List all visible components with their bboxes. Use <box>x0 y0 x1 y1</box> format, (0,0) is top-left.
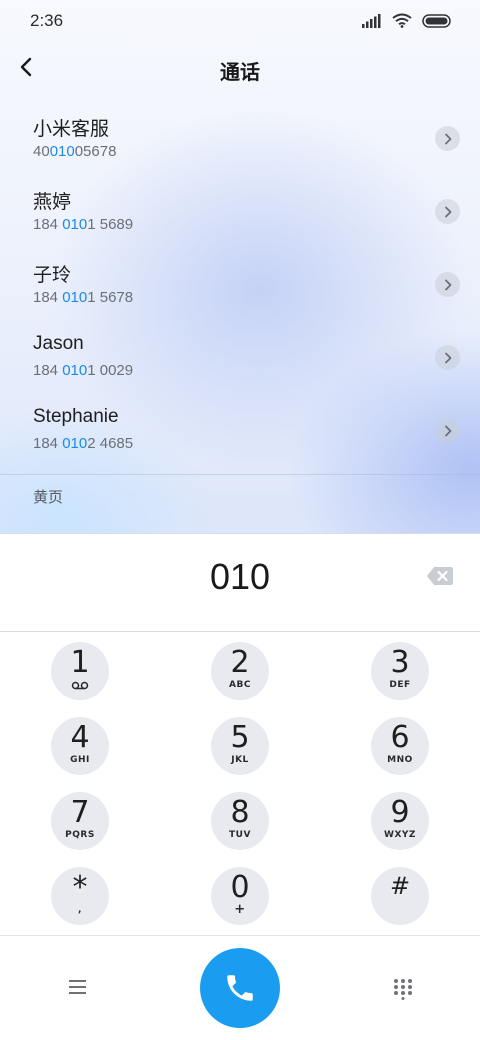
number-prefix: 184 <box>33 216 63 233</box>
key-0[interactable]: 0 + <box>211 867 269 925</box>
contact-number: 184 0101 5689 <box>33 216 133 233</box>
number-match: 010 <box>62 362 88 379</box>
key-digit: 1 <box>70 645 90 680</box>
voicemail-icon <box>71 681 89 690</box>
key-8[interactable]: 8 TUV <box>211 792 269 850</box>
contact-item[interactable]: Stephanie 184 0102 4685 <box>0 394 480 467</box>
key-letters: TUV <box>229 830 251 840</box>
key-digit: * <box>72 870 88 905</box>
battery-icon <box>422 13 451 28</box>
contact-detail-button[interactable] <box>435 345 460 370</box>
contact-number: 184 0102 4685 <box>33 435 133 452</box>
key-digit: 8 <box>230 795 250 830</box>
contact-name: Stephanie <box>33 406 119 427</box>
number-prefix: 40 <box>33 143 50 160</box>
key-letters: GHI <box>70 755 90 765</box>
contact-detail-button[interactable] <box>435 272 460 297</box>
page-title: 通话 <box>220 60 260 84</box>
chevron-right-icon <box>444 352 451 363</box>
key-digit: 3 <box>390 645 410 680</box>
key-letters: MNO <box>387 755 413 765</box>
key-digit: 9 <box>390 795 410 830</box>
key-digit: 0 <box>230 870 250 905</box>
menu-icon[interactable] <box>68 978 88 996</box>
call-button[interactable] <box>200 948 280 1028</box>
key-letters: , <box>78 905 82 915</box>
number-match: 010 <box>62 216 88 233</box>
contact-detail-button[interactable] <box>435 199 460 224</box>
wifi-icon <box>392 13 412 28</box>
key-digit: 6 <box>390 720 410 755</box>
number-match: 010 <box>62 435 88 452</box>
yellow-pages-link[interactable]: 黄页 <box>33 486 63 507</box>
key-letters: DEF <box>389 680 411 690</box>
key-digit: 4 <box>70 720 90 755</box>
key-digit: 7 <box>70 795 90 830</box>
number-display: 010 <box>0 533 480 632</box>
top-area: 2:36 通话 小米客服 4001005678 燕婷 184 0101 5689… <box>0 0 480 533</box>
bottom-bar <box>0 935 480 1040</box>
key-1[interactable]: 1 <box>51 642 109 700</box>
contact-number: 184 0101 5678 <box>33 289 133 306</box>
number-prefix: 184 <box>33 362 63 379</box>
chevron-right-icon <box>444 279 451 290</box>
number-suffix: 1 5678 <box>87 289 134 306</box>
key-digit: 5 <box>230 720 250 755</box>
number-suffix: 05678 <box>74 143 117 160</box>
key-letters: WXYZ <box>384 830 416 840</box>
number-prefix: 184 <box>33 289 63 306</box>
key-digit: 2 <box>230 645 250 680</box>
key-letters: JKL <box>231 755 249 765</box>
key-6[interactable]: 6 MNO <box>371 717 429 775</box>
divider <box>0 474 480 475</box>
status-bar: 2:36 <box>0 0 480 44</box>
contact-item[interactable]: 小米客服 4001005678 <box>0 102 480 175</box>
key-4[interactable]: 4 GHI <box>51 717 109 775</box>
backspace-icon[interactable] <box>426 565 454 587</box>
dialed-number: 010 <box>209 556 271 597</box>
contact-name: Jason <box>33 333 84 354</box>
contact-number: 184 0101 0029 <box>33 362 133 379</box>
key-digit: # <box>389 872 411 900</box>
contact-name: 小米客服 <box>33 119 110 140</box>
contact-item[interactable]: 子玲 184 0101 5678 <box>0 248 480 321</box>
dialpad-icon[interactable] <box>393 978 413 1000</box>
signal-icon <box>362 13 381 28</box>
contact-detail-button[interactable] <box>435 418 460 443</box>
keypad: 1 2 ABC 3 DEF 4 GHI 5 JKL 6 MNO 7 PQRS 8… <box>0 633 480 935</box>
chevron-right-icon <box>444 133 451 144</box>
key-hash[interactable]: # <box>371 867 429 925</box>
key-3[interactable]: 3 DEF <box>371 642 429 700</box>
number-suffix: 2 4685 <box>87 435 134 452</box>
key-letters: + <box>234 902 246 917</box>
contact-detail-button[interactable] <box>435 126 460 151</box>
number-prefix: 184 <box>33 435 63 452</box>
number-match: 010 <box>62 289 88 306</box>
key-5[interactable]: 5 JKL <box>211 717 269 775</box>
phone-icon <box>227 975 253 1001</box>
key-letters: ABC <box>229 680 251 690</box>
contact-item[interactable]: Jason 184 0101 0029 <box>0 321 480 394</box>
status-icons <box>362 13 452 28</box>
key-letters: PQRS <box>65 830 95 840</box>
contact-number: 4001005678 <box>33 143 116 160</box>
chevron-right-icon <box>444 425 451 436</box>
chevron-right-icon <box>444 206 451 217</box>
key-9[interactable]: 9 WXYZ <box>371 792 429 850</box>
status-time: 2:36 <box>30 11 64 30</box>
header: 通话 <box>0 44 480 94</box>
contact-name: 燕婷 <box>33 192 72 213</box>
number-suffix: 1 0029 <box>87 362 134 379</box>
contact-name: 子玲 <box>33 265 72 286</box>
key-star[interactable]: * , <box>51 867 109 925</box>
contact-list: 小米客服 4001005678 燕婷 184 0101 5689 子玲 184 … <box>0 102 480 467</box>
number-suffix: 1 5689 <box>87 216 134 233</box>
key-7[interactable]: 7 PQRS <box>51 792 109 850</box>
number-match: 010 <box>49 143 75 160</box>
contact-item[interactable]: 燕婷 184 0101 5689 <box>0 175 480 248</box>
key-2[interactable]: 2 ABC <box>211 642 269 700</box>
